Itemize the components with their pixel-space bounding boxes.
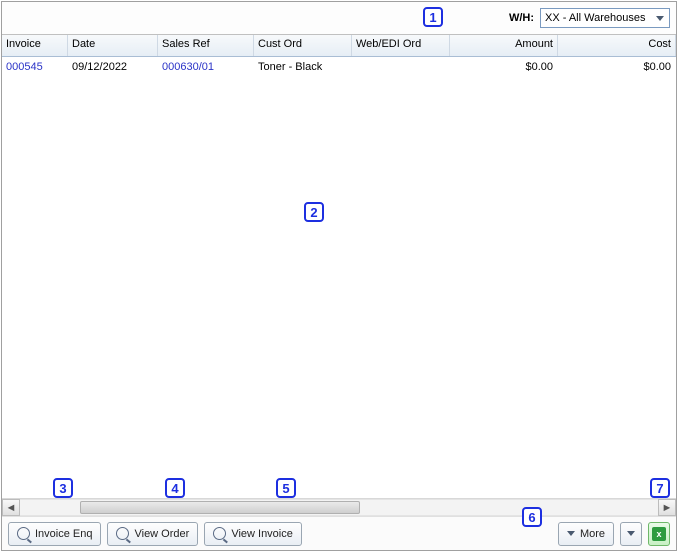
view-invoice-label: View Invoice	[231, 528, 293, 540]
annotation-badge: 7	[650, 478, 670, 498]
more-button[interactable]: More	[558, 522, 614, 546]
cell-amount: $0.00	[450, 58, 558, 76]
scroll-right-button[interactable]: ►	[658, 499, 676, 516]
invoice-enq-button[interactable]: Invoice Enq	[8, 522, 101, 546]
filter-bar: W/H: XX - All Warehouses	[2, 2, 676, 34]
view-order-button[interactable]: View Order	[107, 522, 198, 546]
more-label: More	[580, 528, 605, 540]
magnifier-icon	[116, 527, 129, 540]
col-invoice[interactable]: Invoice	[2, 35, 68, 56]
cell-date: 09/12/2022	[68, 58, 158, 76]
cell-cost: $0.00	[558, 58, 676, 76]
scroll-thumb[interactable]	[80, 501, 360, 514]
action-bar: Invoice Enq View Order View Invoice More…	[2, 516, 676, 550]
chevron-down-icon	[653, 11, 667, 25]
annotation-badge: 2	[304, 202, 324, 222]
export-excel-button[interactable]: x	[648, 522, 670, 546]
table-row[interactable]: 000545 09/12/2022 000630/01 Toner - Blac…	[2, 57, 676, 77]
annotation-badge: 4	[165, 478, 185, 498]
col-web-edi[interactable]: Web/EDI Ord	[352, 35, 450, 56]
grid-header: Invoice Date Sales Ref Cust Ord Web/EDI …	[2, 35, 676, 57]
warehouse-label: W/H:	[509, 12, 534, 24]
annotation-badge: 6	[522, 507, 542, 527]
cell-web-edi	[352, 64, 450, 70]
col-amount[interactable]: Amount	[450, 35, 558, 56]
warehouse-select[interactable]: XX - All Warehouses	[540, 8, 670, 28]
grid-body[interactable]: 000545 09/12/2022 000630/01 Toner - Blac…	[2, 57, 676, 498]
col-cost[interactable]: Cost	[558, 35, 676, 56]
annotation-badge: 3	[53, 478, 73, 498]
magnifier-icon	[213, 527, 226, 540]
scroll-track[interactable]	[20, 499, 658, 516]
app-window: W/H: XX - All Warehouses Invoice Date Sa…	[1, 1, 677, 551]
scroll-left-button[interactable]: ◄	[2, 499, 20, 516]
col-date[interactable]: Date	[68, 35, 158, 56]
cell-cust-ord: Toner - Black	[254, 58, 352, 76]
view-invoice-button[interactable]: View Invoice	[204, 522, 302, 546]
more-dropdown-button[interactable]	[620, 522, 642, 546]
col-sales-ref[interactable]: Sales Ref	[158, 35, 254, 56]
cell-invoice-link[interactable]: 000545	[6, 61, 43, 73]
col-cust-ord[interactable]: Cust Ord	[254, 35, 352, 56]
chevron-down-icon	[567, 531, 575, 536]
horizontal-scrollbar[interactable]: ◄ ►	[2, 498, 676, 516]
annotation-badge: 1	[423, 7, 443, 27]
view-order-label: View Order	[134, 528, 189, 540]
excel-icon: x	[652, 527, 666, 541]
caret-down-icon	[627, 531, 635, 536]
invoice-enq-label: Invoice Enq	[35, 528, 92, 540]
cell-sales-ref-link[interactable]: 000630/01	[162, 61, 214, 73]
warehouse-select-value: XX - All Warehouses	[545, 12, 645, 24]
invoice-grid: Invoice Date Sales Ref Cust Ord Web/EDI …	[2, 34, 676, 516]
annotation-badge: 5	[276, 478, 296, 498]
magnifier-icon	[17, 527, 30, 540]
